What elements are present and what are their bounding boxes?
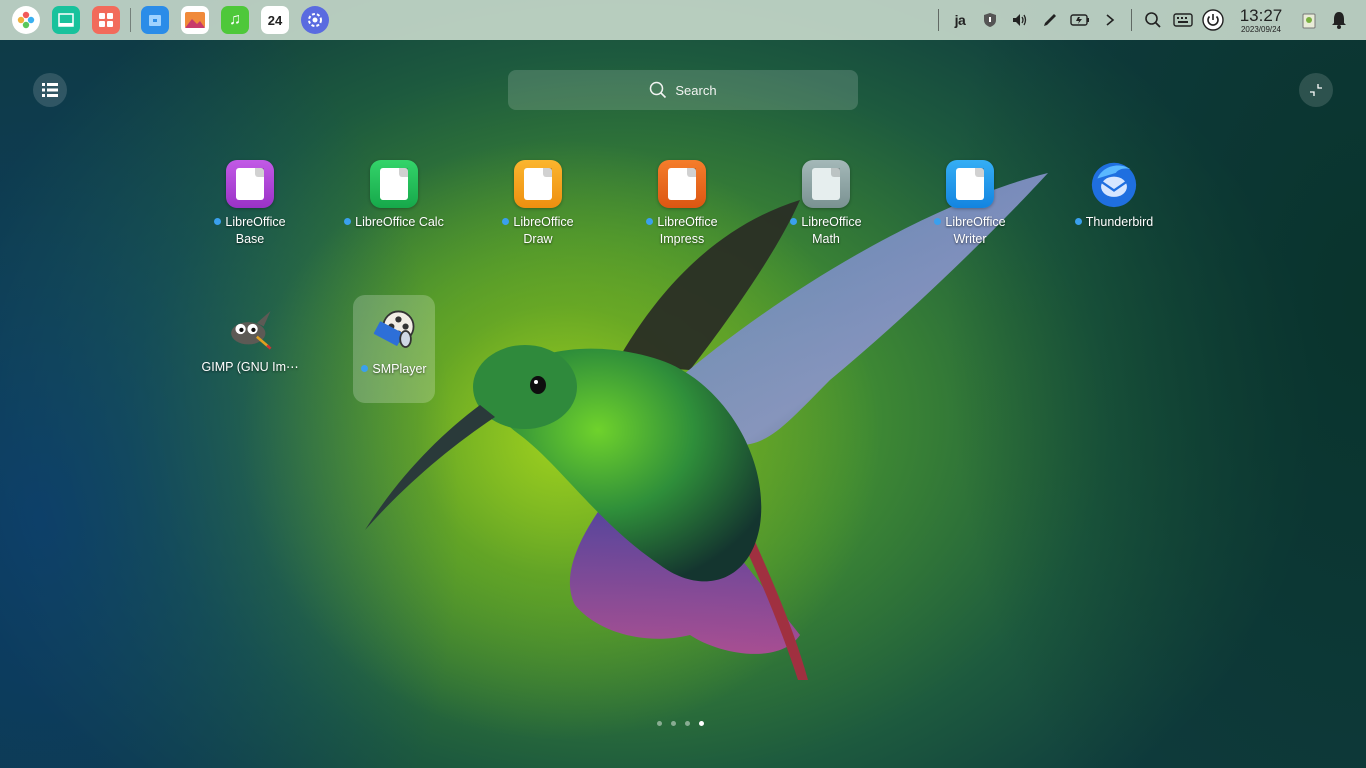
- app-label: LibreOffice Draw: [513, 215, 574, 246]
- exit-fullscreen-button[interactable]: [1299, 73, 1333, 107]
- app-label: LibreOffice Impress: [657, 215, 718, 246]
- libreoffice-writer-icon: [946, 160, 994, 208]
- calendar-icon[interactable]: 24: [261, 6, 289, 34]
- shield-icon[interactable]: [975, 5, 1005, 35]
- app-label: LibreOffice Base: [225, 215, 286, 246]
- app-smplayer[interactable]: SMPlayer: [353, 295, 435, 403]
- search-input[interactable]: Search: [508, 70, 858, 110]
- dock: ♫ 24: [0, 0, 335, 40]
- app-thunderbird[interactable]: Thunderbird: [1073, 148, 1155, 256]
- list-icon: [42, 83, 58, 97]
- running-indicator: [344, 218, 352, 225]
- app-label: LibreOffice Calc: [355, 215, 444, 229]
- app-libreoffice-impress[interactable]: LibreOffice Impress: [641, 148, 723, 256]
- running-indicator: [214, 218, 222, 225]
- clock[interactable]: 13:27 2023/09/24: [1232, 7, 1290, 34]
- running-indicator: [646, 218, 654, 225]
- trash-icon[interactable]: [1294, 5, 1324, 35]
- app-store-icon[interactable]: [92, 6, 120, 34]
- collapse-icon: [1310, 84, 1322, 96]
- running-indicator: [361, 365, 369, 372]
- settings-icon[interactable]: [301, 6, 329, 34]
- libreoffice-draw-icon: [514, 160, 562, 208]
- running-indicator: [1074, 218, 1082, 225]
- music-icon[interactable]: ♫: [221, 6, 249, 34]
- search-icon[interactable]: [1138, 5, 1168, 35]
- dock-separator: [130, 8, 131, 32]
- running-indicator: [790, 218, 798, 225]
- app-label: LibreOffice Writer: [945, 215, 1006, 246]
- app-libreoffice-calc[interactable]: LibreOffice Calc: [344, 148, 444, 256]
- thunderbird-icon: [1090, 160, 1138, 208]
- libreoffice-calc-icon: [370, 160, 418, 208]
- app-libreoffice-math[interactable]: LibreOffice Math: [785, 148, 867, 256]
- power-icon[interactable]: [1198, 5, 1228, 35]
- app-gimp[interactable]: GIMP (GNU Im⋯: [202, 293, 299, 401]
- page-dot[interactable]: [657, 721, 662, 726]
- clock-time: 13:27: [1239, 5, 1283, 25]
- terminal-icon[interactable]: [52, 6, 80, 34]
- gimp-icon: [226, 305, 274, 353]
- page-indicator: [657, 721, 713, 726]
- search-icon: [650, 81, 667, 99]
- file-manager-icon[interactable]: [141, 6, 169, 34]
- clock-date: 2023/09/24: [1240, 24, 1282, 34]
- libreoffice-math-icon: [802, 160, 850, 208]
- page-dot-current[interactable]: [699, 721, 704, 726]
- category-view-button[interactable]: [33, 73, 67, 107]
- running-indicator: [502, 218, 510, 225]
- running-indicator: [934, 218, 942, 225]
- launcher-icon[interactable]: [12, 6, 40, 34]
- notification-bell-icon[interactable]: [1324, 5, 1354, 35]
- app-libreoffice-writer[interactable]: LibreOffice Writer: [929, 148, 1011, 256]
- smplayer-icon: [370, 307, 418, 355]
- battery-icon[interactable]: [1065, 5, 1095, 35]
- input-method-indicator[interactable]: ja: [945, 5, 975, 35]
- app-label: Thunderbird: [1085, 215, 1154, 229]
- volume-icon[interactable]: [1005, 5, 1035, 35]
- top-panel: ♫ 24 ja 13:27 2023/09/24: [0, 0, 1366, 40]
- app-libreoffice-base[interactable]: LibreOffice Base: [209, 148, 291, 256]
- pen-icon[interactable]: [1035, 5, 1065, 35]
- app-libreoffice-draw[interactable]: LibreOffice Draw: [497, 148, 579, 256]
- tray-separator: [938, 9, 939, 31]
- app-label: SMPlayer: [372, 362, 427, 376]
- search-placeholder: Search: [675, 82, 717, 98]
- page-dot[interactable]: [671, 721, 676, 726]
- page-dot[interactable]: [685, 721, 690, 726]
- app-label: LibreOffice Math: [801, 215, 862, 246]
- keyboard-icon[interactable]: [1168, 5, 1198, 35]
- libreoffice-impress-icon: [658, 160, 706, 208]
- system-tray: ja 13:27 2023/09/24: [932, 0, 1366, 40]
- chevron-right-icon[interactable]: [1095, 5, 1125, 35]
- tray-separator: [1131, 9, 1132, 31]
- image-viewer-icon[interactable]: [181, 6, 209, 34]
- app-label: GIMP (GNU Im⋯: [201, 360, 299, 374]
- libreoffice-base-icon: [226, 160, 274, 208]
